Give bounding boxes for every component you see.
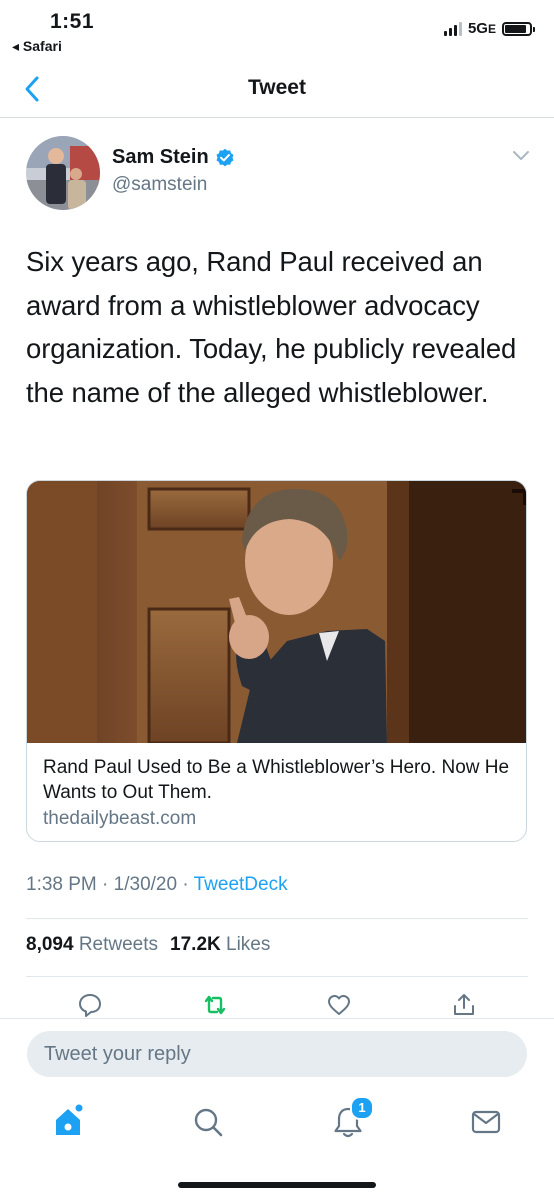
tweet-meta: 1:38 PM · 1/30/20 · TweetDeck — [26, 874, 288, 896]
avatar[interactable] — [26, 136, 100, 210]
status-bar: 1:51 ◂ Safari 5GE — [0, 0, 554, 60]
home-indicator[interactable] — [178, 1182, 376, 1188]
meta-separator: · — [102, 874, 109, 895]
author-name[interactable]: Sam Stein — [112, 146, 235, 169]
divider — [26, 918, 528, 919]
share-icon[interactable] — [451, 992, 477, 1018]
search-icon[interactable] — [188, 1102, 228, 1142]
messages-icon[interactable] — [466, 1102, 506, 1142]
tweet-text: Six years ago, Rand Paul received an awa… — [26, 246, 517, 408]
author-name-text[interactable]: Sam Stein — [112, 146, 209, 169]
tweet-actions — [0, 990, 554, 1020]
tab-bar: 1 — [0, 1094, 554, 1154]
retweet-icon[interactable] — [202, 992, 228, 1018]
author-handle[interactable]: @samstein — [112, 174, 207, 196]
home-icon[interactable] — [48, 1102, 88, 1142]
chevron-down-icon[interactable] — [512, 150, 530, 162]
reply-input[interactable] — [27, 1031, 527, 1077]
like-icon[interactable] — [326, 992, 352, 1018]
back-to-safari-link[interactable]: ◂ Safari — [12, 38, 62, 55]
page-title: Tweet — [248, 76, 306, 99]
notifications-tab[interactable]: 1 — [328, 1096, 374, 1142]
link-preview-card[interactable]: Rand Paul Used to Be a Whistleblower’s H… — [26, 480, 527, 842]
battery-icon — [502, 21, 535, 36]
signal-icon — [443, 21, 462, 36]
status-time: 1:51 — [50, 10, 95, 33]
meta-separator: · — [182, 874, 189, 895]
network-label: 5GE — [467, 20, 496, 37]
retweets-stat[interactable]: 8,094 Retweets — [26, 934, 158, 956]
tweet-date: 1/30/20 — [113, 874, 178, 895]
card-body[interactable]: Rand Paul Used to Be a Whistleblower’s H… — [43, 755, 510, 832]
tweet-source-link[interactable]: TweetDeck — [194, 874, 288, 895]
likes-stat[interactable]: 17.2K Likes — [170, 934, 270, 956]
verified-icon — [216, 148, 234, 166]
divider — [26, 976, 528, 977]
card-title: Rand Paul Used to Be a Whistleblower’s H… — [43, 757, 510, 803]
navigation-bar: Tweet — [0, 60, 554, 118]
status-indicators: 5GE — [443, 20, 535, 37]
tweet-time: 1:38 PM — [26, 874, 97, 895]
article-photo[interactable] — [27, 481, 527, 743]
reply-icon[interactable] — [77, 992, 103, 1018]
tweet-stats: 8,094 Retweets 17.2K Likes — [26, 934, 270, 956]
notifications-badge: 1 — [350, 1096, 374, 1120]
reply-bar — [0, 1018, 554, 1088]
card-domain: thedailybeast.com — [43, 808, 197, 829]
